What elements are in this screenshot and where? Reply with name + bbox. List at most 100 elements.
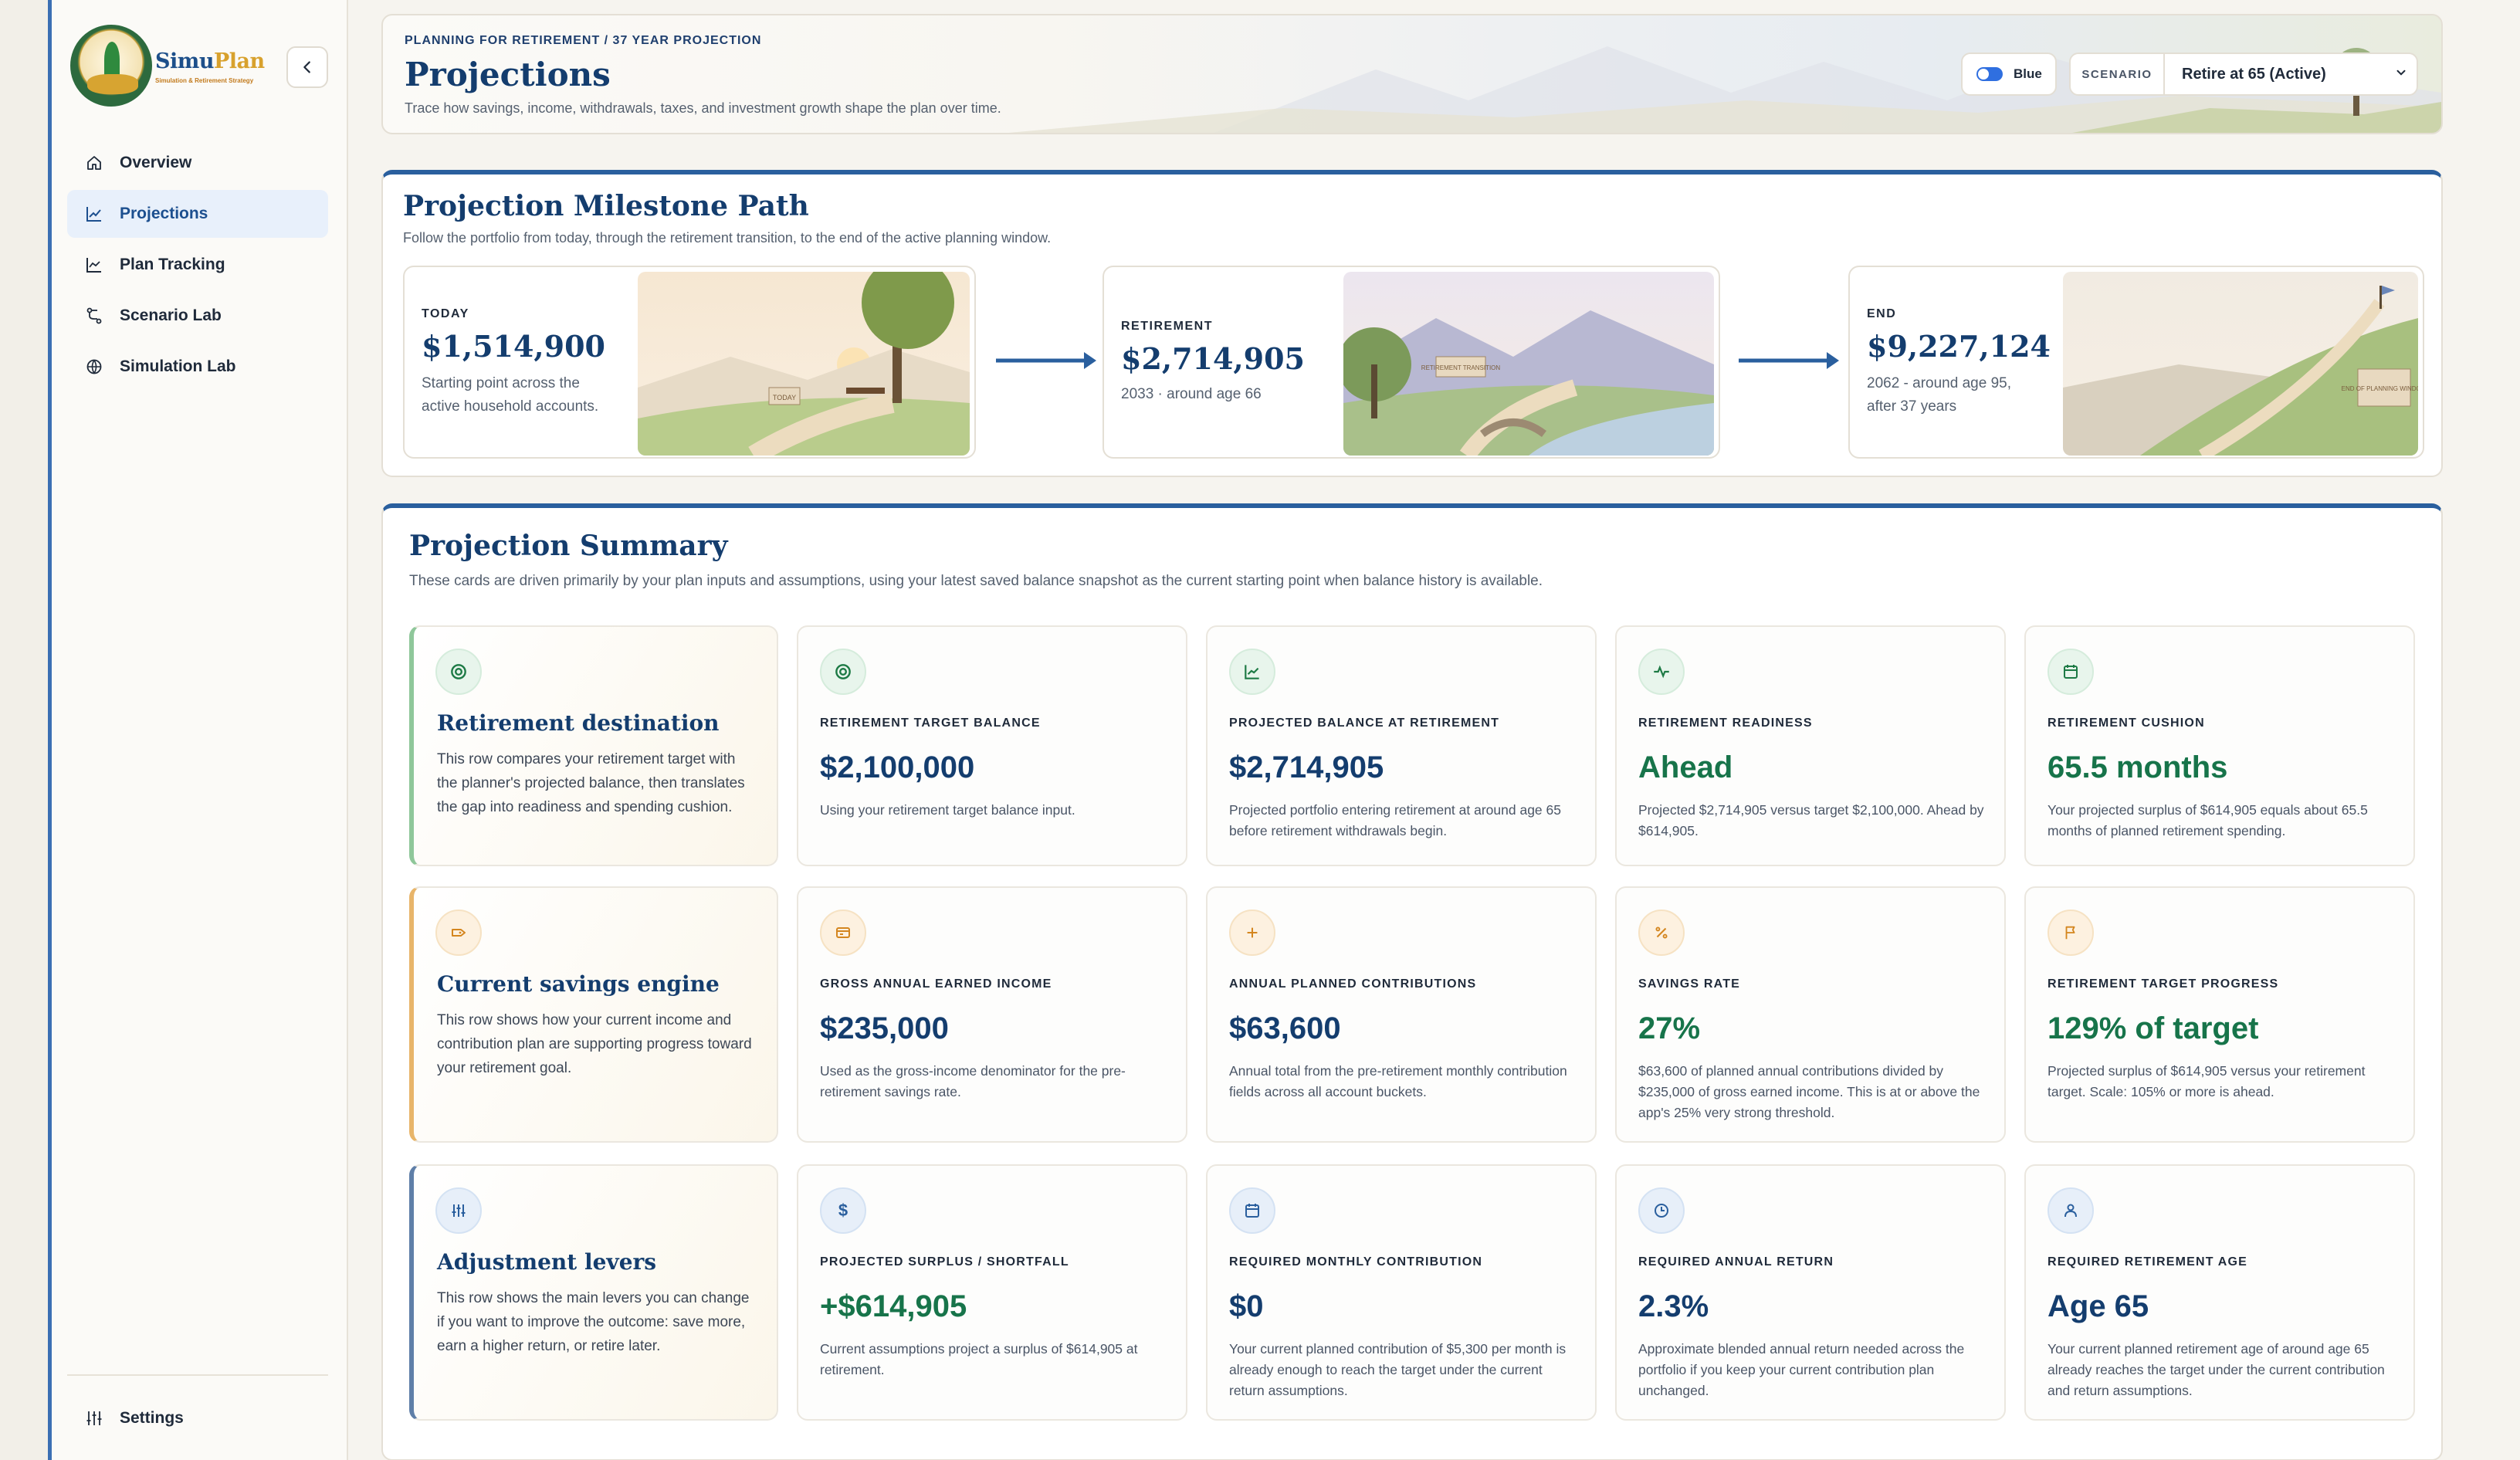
percent-icon: [1638, 910, 1685, 956]
row-intro-body: This row compares your retirement target…: [437, 751, 745, 815]
metric-value: $2,100,000: [820, 750, 975, 784]
metric-card-gross-annual-earned-income: GROSS ANNUAL EARNED INCOME $235,000 Used…: [797, 886, 1187, 1143]
scenario-label: SCENARIO: [2071, 54, 2165, 94]
summary-subtitle: These cards are driven primarily by your…: [409, 573, 1543, 589]
metric-card-required-monthly-contribution: REQUIRED MONTHLY CONTRIBUTION $0 Your cu…: [1206, 1164, 1597, 1421]
clock-icon: [1638, 1187, 1685, 1234]
today-sign-text: TODAY: [773, 394, 796, 401]
metric-card-required-annual-return: REQUIRED ANNUAL RETURN 2.3% Approximate …: [1615, 1164, 2006, 1421]
plant-coins-logo-icon: [70, 25, 152, 107]
row-intro-retirement-destination: Retirement destination This row compares…: [409, 625, 778, 866]
metric-label: REQUIRED RETIREMENT AGE: [2048, 1255, 2248, 1269]
metric-description: Your current planned contribution of $5,…: [1229, 1341, 1567, 1398]
hill-summit-illustration: END OF PLANNING WINDOW: [2063, 272, 2418, 456]
target-icon: [820, 649, 866, 695]
branch-icon: [84, 306, 104, 326]
metric-description: Projected $2,714,905 versus target $2,10…: [1638, 802, 1984, 838]
metric-label: RETIREMENT TARGET BALANCE: [820, 716, 1041, 730]
scenario-select[interactable]: SCENARIO Retire at 65 (Active): [2069, 53, 2418, 96]
settings-label: Settings: [120, 1409, 184, 1427]
metric-label: SAVINGS RATE: [1638, 977, 1741, 991]
milestone-panel: Projection Milestone Path Follow the por…: [381, 170, 2443, 477]
sidebar-item-simulation-lab[interactable]: Simulation Lab: [67, 343, 328, 391]
row-intro-title: Retirement destination: [437, 710, 720, 736]
river-bridge-illustration: RETIREMENT TRANSITION: [1343, 272, 1714, 456]
metric-description: Projected portfolio entering retirement …: [1229, 802, 1561, 838]
plus-icon: [1229, 910, 1275, 956]
page-title: Projections: [405, 56, 611, 93]
chevron-down-icon: [2386, 66, 2417, 83]
metric-card-projected-balance-at-retirement: PROJECTED BALANCE AT RETIREMENT $2,714,9…: [1206, 625, 1597, 866]
main-content: PLANNING FOR RETIREMENT / 37 YEAR PROJEC…: [381, 14, 2443, 1460]
metric-card-retirement-target-progress: RETIREMENT TARGET PROGRESS 129% of targe…: [2024, 886, 2415, 1143]
toggle-switch-icon: [1976, 67, 2003, 81]
metric-card-retirement-cushion: RETIREMENT CUSHION 65.5 months Your proj…: [2024, 625, 2415, 866]
metric-value: Age 65: [2048, 1289, 2149, 1323]
sidebar-item-label: Overview: [120, 154, 192, 171]
metric-description: Projected surplus of $614,905 versus you…: [2048, 1063, 2366, 1099]
milestone-value: $1,514,900: [422, 329, 605, 364]
target-icon: [435, 649, 482, 695]
metric-value: +$614,905: [820, 1289, 967, 1323]
scenario-value: Retire at 65 (Active): [2182, 65, 2326, 83]
row-intro-adjustment-levers: Adjustment levers This row shows the mai…: [409, 1164, 778, 1421]
metric-description: Your current planned retirement age of a…: [2048, 1341, 2385, 1398]
brand-name: SimuPlan: [155, 49, 265, 73]
metric-label: RETIREMENT CUSHION: [2048, 716, 2205, 730]
brand-logo[interactable]: SimuPlan Simulation & Retirement Strateg…: [70, 25, 302, 113]
milestone-value: $9,227,124: [1867, 329, 2051, 364]
page-eyebrow: PLANNING FOR RETIREMENT / 37 YEAR PROJEC…: [405, 34, 762, 47]
milestone-description: 2062 - around age 95, after 37 years: [1867, 375, 2011, 415]
metric-description: Using your retirement target balance inp…: [820, 802, 1075, 818]
sidebar-item-plan-tracking[interactable]: Plan Tracking: [67, 241, 328, 289]
metric-card-retirement-readiness: RETIREMENT READINESS Ahead Projected $2,…: [1615, 625, 2006, 866]
sliders-icon: [84, 1408, 104, 1428]
sidebar-divider: [67, 1374, 328, 1376]
milestone-card-retirement: RETIREMENT $2,714,905 2033 · around age …: [1102, 266, 1720, 459]
milestone-card-end: END $9,227,124 2062 - around age 95, aft…: [1848, 266, 2424, 459]
sidebar-item-label: Plan Tracking: [120, 256, 225, 273]
page-header: PLANNING FOR RETIREMENT / 37 YEAR PROJEC…: [381, 14, 2443, 134]
user-icon: [2048, 1187, 2094, 1234]
metric-card-annual-planned-contributions: ANNUAL PLANNED CONTRIBUTIONS $63,600 Ann…: [1206, 886, 1597, 1143]
metric-value: Ahead: [1638, 750, 1733, 784]
milestone-subtitle: Follow the portfolio from today, through…: [403, 230, 1052, 246]
metric-label: PROJECTED SURPLUS / SHORTFALL: [820, 1255, 1069, 1269]
metric-description: $63,600 of planned annual contributions …: [1638, 1063, 1980, 1120]
milestone-card-today: TODAY $1,514,900 Starting point across t…: [403, 266, 976, 459]
sunrise-path-illustration: TODAY: [638, 272, 970, 456]
metric-label: PROJECTED BALANCE AT RETIREMENT: [1229, 716, 1500, 730]
summary-title: Projection Summary: [409, 530, 728, 562]
metric-value: 65.5 months: [2048, 750, 2228, 784]
trend-up-icon: [1229, 649, 1275, 695]
metric-description: Annual total from the pre-retirement mon…: [1229, 1063, 1567, 1099]
sidebar-item-projections[interactable]: Projections: [67, 190, 328, 238]
trend-chart-icon: [84, 204, 104, 224]
metric-label: GROSS ANNUAL EARNED INCOME: [820, 977, 1052, 991]
page-subtitle: Trace how savings, income, withdrawals, …: [405, 100, 1001, 116]
arrow-right-icon: [996, 352, 1096, 369]
sidebar-item-overview[interactable]: Overview: [67, 139, 328, 187]
row-intro-body: This row shows the main levers you can c…: [437, 1290, 750, 1354]
dollar-icon: $: [820, 1187, 866, 1234]
theme-toggle[interactable]: Blue: [1961, 53, 2057, 96]
row-intro-title: Adjustment levers: [437, 1249, 657, 1275]
metric-label: RETIREMENT TARGET PROGRESS: [2048, 977, 2279, 991]
milestone-description: 2033 · around age 66: [1121, 386, 1262, 402]
retirement-sign-text: RETIREMENT TRANSITION: [1421, 364, 1501, 371]
brand-tagline: Simulation & Retirement Strategy: [155, 77, 254, 84]
metric-card-retirement-target-balance: RETIREMENT TARGET BALANCE $2,100,000 Usi…: [797, 625, 1187, 866]
milestone-description: Starting point across the active househo…: [422, 375, 599, 415]
milestone-label: TODAY: [422, 307, 469, 320]
metric-value: $0: [1229, 1289, 1264, 1323]
chevron-left-icon: [303, 61, 310, 73]
collapse-sidebar-button[interactable]: [286, 46, 328, 88]
metric-value: $63,600: [1229, 1011, 1341, 1045]
end-sign-text: END OF PLANNING WINDOW: [2342, 385, 2418, 392]
metric-description: Current assumptions project a surplus of…: [820, 1341, 1138, 1377]
sidebar-item-scenario-lab[interactable]: Scenario Lab: [67, 292, 328, 340]
sidebar-item-settings[interactable]: Settings: [67, 1394, 328, 1442]
metric-label: REQUIRED MONTHLY CONTRIBUTION: [1229, 1255, 1483, 1269]
row-intro-title: Current savings engine: [437, 971, 720, 997]
row-intro-current-savings-engine: Current savings engine This row shows ho…: [409, 886, 778, 1143]
